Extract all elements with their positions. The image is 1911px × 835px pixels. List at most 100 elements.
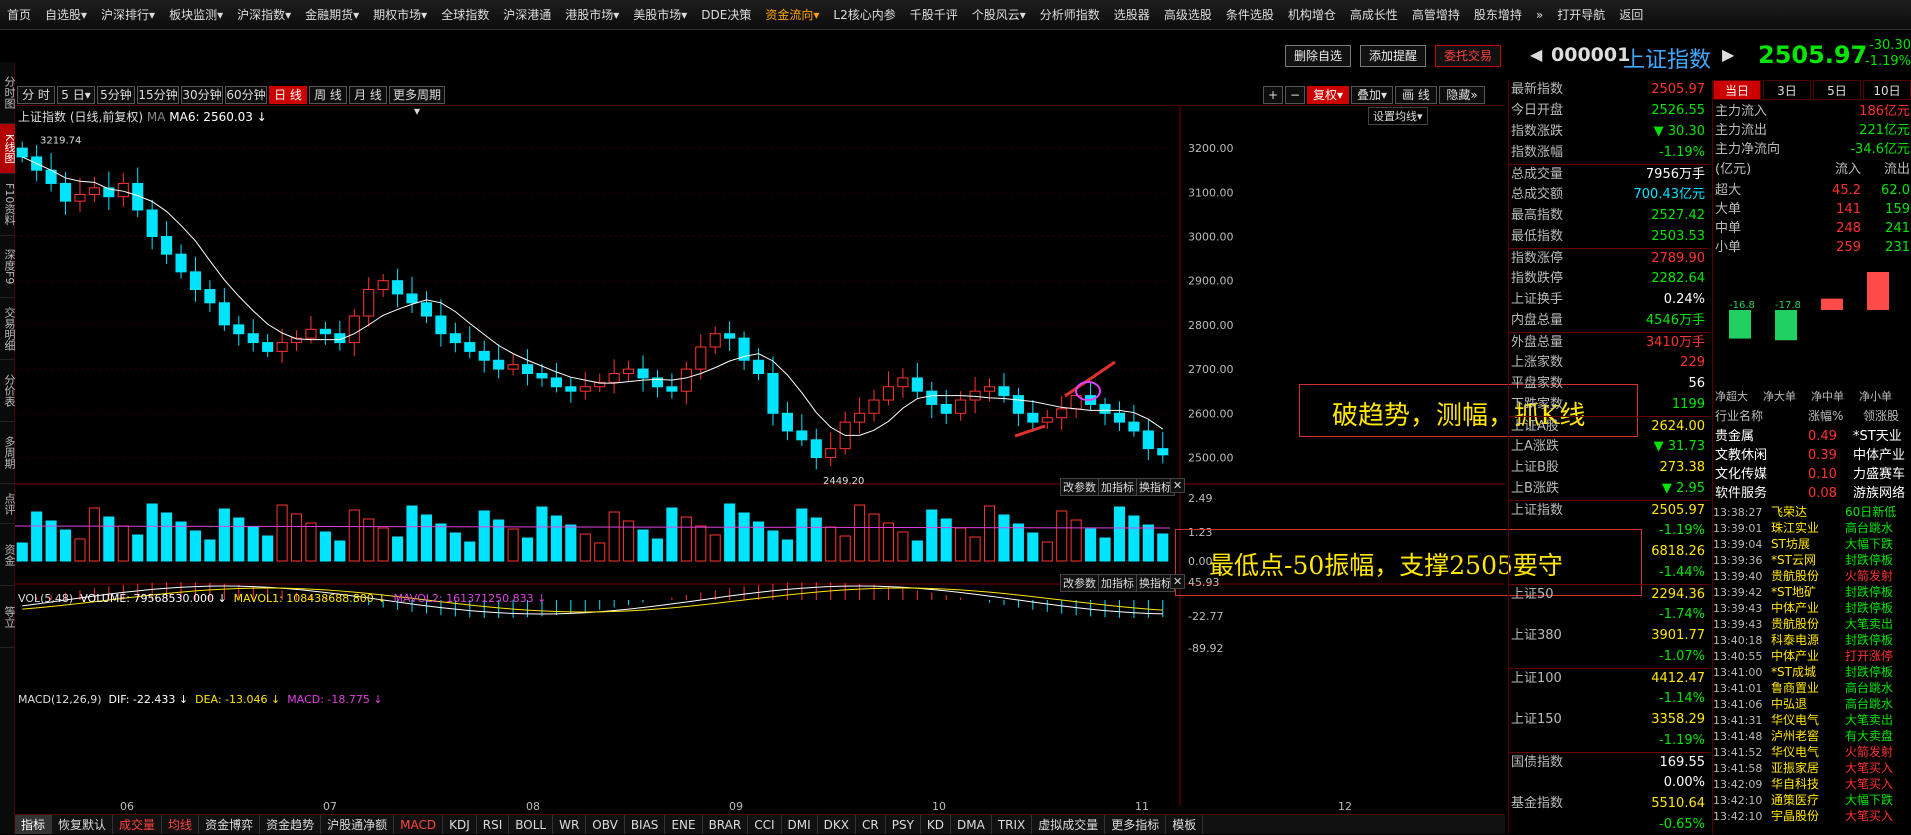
period-4[interactable]: 30分钟 xyxy=(181,86,223,104)
left-tab-7[interactable]: 点评 xyxy=(0,484,16,524)
indicator-tab-21[interactable]: KD xyxy=(921,815,952,834)
ticker-row[interactable]: 13:41:01 鲁商置业 高台跳水 xyxy=(1713,681,1911,696)
nav-item-10[interactable]: 美股市场▾ xyxy=(626,6,694,23)
ticker-row[interactable]: 13:41:31 华仪电气 大笔卖出 xyxy=(1713,713,1911,728)
indicator-tab-18[interactable]: DKX xyxy=(818,815,856,834)
left-tab-8[interactable]: 资金 xyxy=(0,524,16,586)
indicator-tab-8[interactable]: KDJ xyxy=(443,815,477,834)
nav-item-23[interactable]: 股东增持 xyxy=(1467,6,1529,23)
period-2[interactable]: 5分钟 xyxy=(97,86,135,104)
chart-tool-3[interactable]: 叠加▾ xyxy=(1351,86,1393,104)
nav-item-19[interactable]: 条件选股 xyxy=(1219,6,1281,23)
indicator-tab-5[interactable]: 资金趋势 xyxy=(260,815,322,834)
indicator-tab-4[interactable]: 资金博弈 xyxy=(199,815,261,834)
chart-tool-0[interactable]: + xyxy=(1263,86,1283,104)
left-tab-2[interactable]: F10资料 xyxy=(0,174,16,236)
nav-item-12[interactable]: 资金流向▾ xyxy=(758,6,826,23)
ticker-row[interactable]: 13:39:42 *ST地矿 封跌停板 xyxy=(1713,585,1911,600)
indicator-tab-19[interactable]: CR xyxy=(856,815,886,834)
ticker-row[interactable]: 13:39:40 贵航股份 火箭发射 xyxy=(1713,569,1911,584)
chart-tool-4[interactable]: 画 线 xyxy=(1395,86,1437,104)
left-tab-3[interactable]: 深度F9 xyxy=(0,236,16,298)
period-1[interactable]: 5 日▾ xyxy=(57,86,95,104)
ticker-row[interactable]: 13:41:58 亚振家居 大笔买入 xyxy=(1713,761,1911,776)
delete-watchlist-button[interactable]: 删除自选 xyxy=(1285,45,1352,67)
add-alert-button[interactable]: 添加提醒 xyxy=(1360,45,1427,67)
indicator-tab-20[interactable]: PSY xyxy=(886,815,921,834)
nav-item-0[interactable]: 首页 xyxy=(0,6,38,23)
left-tab-1[interactable]: K线图 xyxy=(0,124,16,174)
nav-item-24[interactable]: » xyxy=(1529,8,1550,22)
nav-item-20[interactable]: 机构增仓 xyxy=(1281,6,1343,23)
subchart-btn-1-3[interactable]: ✕ xyxy=(1170,574,1186,589)
period-8[interactable]: 月 线 xyxy=(349,86,387,104)
nav-item-7[interactable]: 全球指数 xyxy=(434,6,496,23)
indicator-tab-14[interactable]: ENE xyxy=(665,815,703,834)
indicator-tab-13[interactable]: BIAS xyxy=(625,815,666,834)
ticker-row[interactable]: 13:41:48 泸州老窖 有大卖盘 xyxy=(1713,729,1911,744)
ticker-row[interactable]: 13:39:04 ST坊展 大幅下跌 xyxy=(1713,537,1911,552)
nav-item-26[interactable]: 返回 xyxy=(1612,6,1650,23)
ticker-row[interactable]: 13:39:43 贵航股份 大笔卖出 xyxy=(1713,617,1911,632)
nav-item-13[interactable]: L2核心内参 xyxy=(826,6,902,23)
nav-item-25[interactable]: 打开导航 xyxy=(1550,6,1612,23)
ticker-row[interactable]: 13:39:36 *ST云网 封跌停板 xyxy=(1713,553,1911,568)
left-tab-0[interactable]: 分时图 xyxy=(0,62,16,124)
nav-item-16[interactable]: 分析师指数 xyxy=(1033,6,1107,23)
left-tab-5[interactable]: 分价表 xyxy=(0,360,16,422)
sector-row[interactable]: 软件服务 0.08 游族网络 xyxy=(1713,484,1911,504)
nav-item-2[interactable]: 沪深排行▾ xyxy=(94,6,162,23)
indicator-tab-3[interactable]: 均线 xyxy=(162,815,200,834)
indicator-tab-23[interactable]: TRIX xyxy=(992,815,1033,834)
nav-item-22[interactable]: 高管增持 xyxy=(1405,6,1467,23)
chart-tool-1[interactable]: − xyxy=(1285,86,1305,104)
indicator-tab-16[interactable]: CCI xyxy=(748,815,782,834)
subchart-btn-0-3[interactable]: ✕ xyxy=(1170,478,1186,493)
indicator-tab-17[interactable]: DMI xyxy=(782,815,818,834)
nav-item-1[interactable]: 自选股▾ xyxy=(38,6,94,23)
nav-item-3[interactable]: 板块监测▾ xyxy=(162,6,230,23)
indicator-tab-1[interactable]: 恢复默认 xyxy=(52,815,114,834)
ticker-row[interactable]: 13:40:18 科泰电源 封跌停板 xyxy=(1713,633,1911,648)
period-6[interactable]: 日 线 xyxy=(269,86,307,104)
nav-item-15[interactable]: 个股风云▾ xyxy=(965,6,1033,23)
indicator-tab-22[interactable]: DMA xyxy=(951,815,992,834)
indicator-tab-11[interactable]: WR xyxy=(553,815,587,834)
nav-item-4[interactable]: 沪深指数▾ xyxy=(230,6,298,23)
nav-item-8[interactable]: 沪深港通 xyxy=(496,6,558,23)
trade-button[interactable]: 委托交易 xyxy=(1435,45,1502,67)
ticker-row[interactable]: 13:41:00 *ST成城 封跌停板 xyxy=(1713,665,1911,680)
chart-tool-5[interactable]: 隐藏» xyxy=(1439,86,1485,104)
nav-item-17[interactable]: 选股器 xyxy=(1107,6,1157,23)
subchart-btn-1-0[interactable]: 改参数 xyxy=(1060,574,1099,592)
flow-tab-3[interactable]: 10日 xyxy=(1863,80,1911,100)
period-5[interactable]: 60分钟 xyxy=(225,86,267,104)
nav-item-14[interactable]: 千股千评 xyxy=(903,6,965,23)
ticker-row[interactable]: 13:39:01 珠江实业 高台跳水 xyxy=(1713,521,1911,536)
prev-stock-icon[interactable]: ◀ xyxy=(1530,45,1542,64)
period-7[interactable]: 周 线 xyxy=(309,86,347,104)
subchart-btn-0-1[interactable]: 加指标 xyxy=(1098,478,1137,496)
indicator-tab-7[interactable]: MACD xyxy=(394,815,444,834)
indicator-tab-25[interactable]: 更多指标 xyxy=(1105,815,1167,834)
period-3[interactable]: 15分钟 xyxy=(137,86,179,104)
nav-item-6[interactable]: 期权市场▾ xyxy=(366,6,434,23)
ticker-row[interactable]: 13:41:06 中弘退 高台跳水 xyxy=(1713,697,1911,712)
kline-chart[interactable]: 3200.00 3100.00 3000.00 2900.00 2800.00 2700.… xyxy=(15,106,1505,814)
indicator-tab-6[interactable]: 沪股通净额 xyxy=(321,815,395,834)
subchart-btn-1-1[interactable]: 加指标 xyxy=(1098,574,1137,592)
indicator-tab-15[interactable]: BRAR xyxy=(703,815,749,834)
sector-row[interactable]: 文化传媒 0.10 力盛赛车 xyxy=(1713,465,1911,485)
indicator-tab-0[interactable]: 指标 xyxy=(15,815,53,834)
ticker-row[interactable]: 13:42:10 宇晶股份 大笔买入 xyxy=(1713,809,1911,824)
nav-item-21[interactable]: 高成长性 xyxy=(1343,6,1405,23)
ticker-row[interactable]: 13:40:55 中体产业 打开涨停 xyxy=(1713,649,1911,664)
ticker-row[interactable]: 13:42:10 通策医疗 大幅下跌 xyxy=(1713,793,1911,808)
indicator-tab-12[interactable]: OBV xyxy=(586,815,625,834)
ma-settings-button[interactable]: 设置均线▾ xyxy=(1368,107,1428,125)
ticker-row[interactable]: 13:42:09 华自科技 大笔买入 xyxy=(1713,777,1911,792)
indicator-tab-26[interactable]: 模板 xyxy=(1166,815,1204,834)
sector-row[interactable]: 贵金属 0.49 *ST天业 xyxy=(1713,427,1911,447)
period-0[interactable]: 分 时 xyxy=(17,86,55,104)
chart-tool-2[interactable]: 复权▾ xyxy=(1307,86,1349,104)
